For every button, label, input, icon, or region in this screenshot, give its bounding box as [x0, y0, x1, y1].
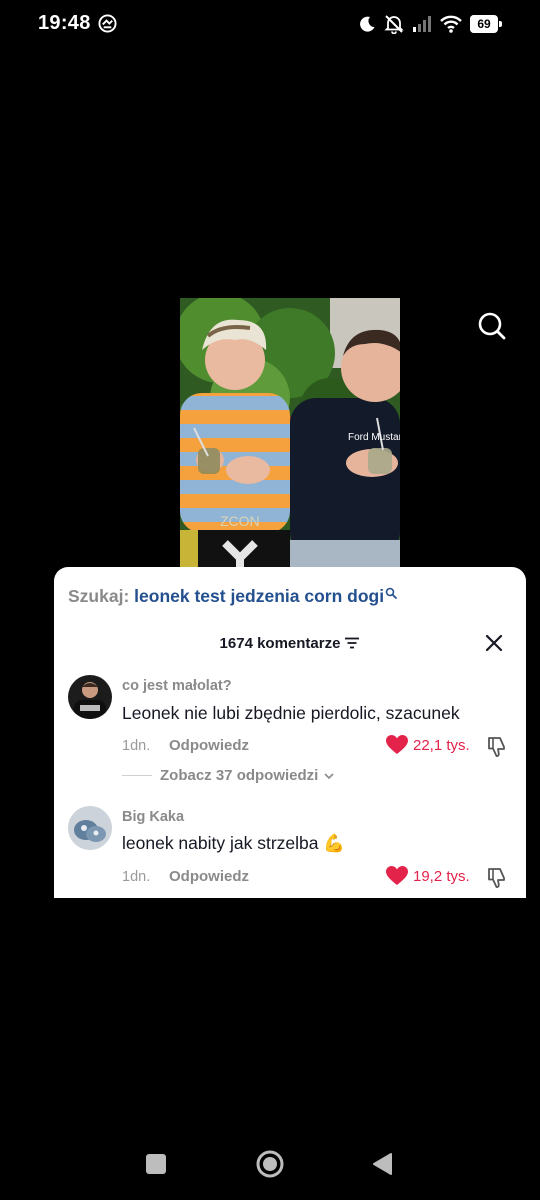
- heart-icon: [386, 866, 408, 885]
- heart-icon: [386, 735, 408, 754]
- sort-filter-icon[interactable]: [344, 637, 360, 649]
- view-replies-button[interactable]: Zobacz 37 odpowiedzi: [122, 767, 336, 784]
- comment-count-wrap[interactable]: 1674 komentarze: [54, 635, 526, 652]
- like-count: 19,2 tys.: [413, 867, 470, 885]
- chevron-down-icon: [324, 772, 334, 779]
- dislike-icon[interactable]: [486, 736, 508, 758]
- dislike-icon[interactable]: [486, 867, 508, 889]
- status-icons: 69: [358, 13, 502, 35]
- avatar[interactable]: [68, 675, 112, 719]
- close-icon[interactable]: [484, 633, 504, 653]
- video-player[interactable]: Ford Mustang ZCON: [180, 298, 400, 578]
- comment-age: 1dn.: [122, 738, 151, 754]
- status-bar: 19:48 69: [0, 0, 540, 48]
- battery-icon: 69: [470, 15, 502, 33]
- comment-username[interactable]: Big Kaka: [122, 809, 184, 825]
- comment-count: 1674 komentarze: [219, 635, 341, 652]
- app-notification-icon: [98, 14, 117, 33]
- reply-button[interactable]: Odpowiedz: [169, 737, 249, 754]
- battery-percentage: 69: [477, 17, 491, 31]
- like-count: 22,1 tys.: [413, 736, 470, 754]
- search-icon[interactable]: [474, 308, 510, 344]
- comments-header: 1674 komentarze: [54, 631, 526, 657]
- comment-text: Leonek nie lubi zbędnie pierdolic, szacu…: [122, 703, 460, 723]
- recents-button[interactable]: [145, 1153, 167, 1175]
- comment-username[interactable]: co jest małolat?: [122, 678, 232, 694]
- shirt-text-left: ZCON: [220, 513, 260, 529]
- comment-age: 1dn.: [122, 869, 151, 885]
- avatar[interactable]: [68, 806, 112, 850]
- comment-text: leonek nabity jak strzelba 💪: [122, 833, 346, 853]
- shirt-text-right: Ford Mustang: [348, 432, 400, 443]
- like-button[interactable]: 19,2 tys.: [386, 866, 470, 886]
- small-search-icon: [385, 587, 397, 599]
- related-search[interactable]: Szukaj: leonek test jedzenia corn dogi: [68, 586, 397, 607]
- comments-sheet: Szukaj: leonek test jedzenia corn dogi 1…: [54, 567, 526, 898]
- view-replies-label: Zobacz 37 odpowiedzi: [160, 767, 319, 784]
- mute-icon: [384, 15, 404, 34]
- wifi-icon: [440, 15, 462, 33]
- reply-button[interactable]: Odpowiedz: [169, 868, 249, 885]
- search-query-link[interactable]: leonek test jedzenia corn dogi: [134, 586, 384, 606]
- status-time: 19:48: [38, 12, 91, 34]
- screen: 19:48 69 Ford Musta ZCON Szukaj: leonek …: [0, 0, 540, 1200]
- signal-icon: [413, 16, 431, 32]
- home-button[interactable]: [255, 1149, 285, 1179]
- back-button[interactable]: [371, 1152, 393, 1176]
- like-button[interactable]: 22,1 tys.: [386, 735, 470, 755]
- search-prefix: Szukaj:: [68, 586, 130, 606]
- moon-icon: [360, 16, 375, 32]
- battery-body: 69: [470, 15, 498, 33]
